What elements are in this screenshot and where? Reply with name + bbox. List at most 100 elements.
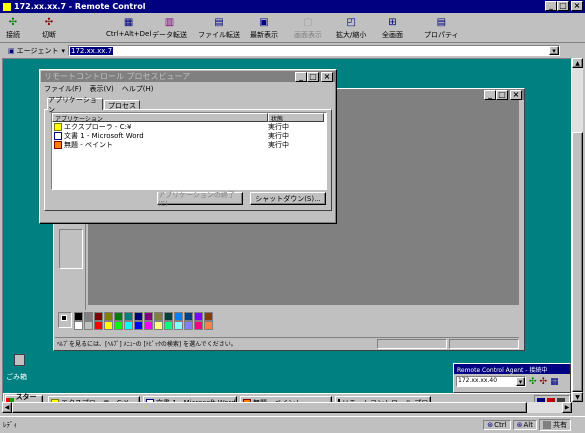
toolbar bbox=[0, 13, 585, 43]
file-transfer-icon: ▤ bbox=[214, 17, 224, 28]
palette-swatch[interactable] bbox=[84, 321, 93, 330]
current-colors-indicator[interactable] bbox=[58, 312, 72, 328]
connect-icon: ✣ bbox=[8, 17, 18, 28]
application-list[interactable]: アプリケーション 状態 エクスプローラ - C:¥ 実行中 文書 1 - Mic… bbox=[51, 112, 327, 190]
palette-swatch[interactable] bbox=[134, 321, 143, 330]
maximize-button[interactable]: □ bbox=[557, 1, 569, 11]
palette-swatch[interactable] bbox=[184, 321, 193, 330]
palette-swatch[interactable] bbox=[154, 321, 163, 330]
palette-swatch[interactable] bbox=[174, 321, 183, 330]
pv-minimize-button[interactable]: _ bbox=[295, 72, 307, 82]
pv-menu-bar: ファイル(F) 表示(V) ヘルプ(H) bbox=[40, 83, 336, 94]
refresh-button[interactable]: ▣ 最新表示 bbox=[250, 17, 278, 43]
palette-swatch[interactable] bbox=[194, 321, 203, 330]
vertical-scrollbar[interactable]: ▲ ▼ bbox=[572, 58, 583, 402]
palette-swatch[interactable] bbox=[164, 321, 173, 330]
scroll-thumb[interactable] bbox=[572, 132, 583, 392]
palette-swatch[interactable] bbox=[194, 312, 203, 321]
agent-value: 172.xx.xx.7 bbox=[70, 46, 114, 55]
palette-swatch[interactable] bbox=[104, 321, 113, 330]
minimize-button[interactable]: _ bbox=[545, 1, 557, 11]
palette-swatch[interactable] bbox=[94, 321, 103, 330]
process-viewer-title-bar[interactable]: リモートコントロール プロセスビューア _ □ × bbox=[41, 71, 335, 82]
share-icon bbox=[543, 421, 551, 429]
agent-label: エージェント bbox=[16, 46, 59, 55]
agent-widget[interactable]: Remote Control Agent - 接続中 172.xx.xx.40 … bbox=[453, 363, 571, 393]
properties-button[interactable]: ▤ プロパティ bbox=[424, 17, 459, 43]
agent-icon: ▣ bbox=[8, 46, 15, 55]
scroll-up-button[interactable]: ▲ bbox=[572, 58, 583, 68]
paint-status-panel-coords bbox=[377, 338, 447, 349]
palette-swatch[interactable] bbox=[144, 312, 153, 321]
recycle-bin-label: ごみ箱 bbox=[6, 373, 27, 381]
agent-input[interactable]: 172.xx.xx.7 ▾ bbox=[68, 45, 561, 56]
connect-button[interactable]: ✣ 接続 bbox=[6, 17, 20, 43]
properties-icon: ▤ bbox=[436, 17, 447, 28]
pv-close-button[interactable]: × bbox=[321, 72, 333, 82]
scroll-down-button[interactable]: ▼ bbox=[572, 392, 583, 402]
palette-swatch[interactable] bbox=[94, 312, 103, 321]
shutdown-button[interactable]: シャットダウン(S)... bbox=[250, 192, 326, 205]
paint-minimize-button[interactable]: _ bbox=[484, 90, 496, 100]
scroll-left-button[interactable]: ◀ bbox=[2, 402, 12, 413]
fullscreen-button[interactable]: ⊞ 全画面 bbox=[382, 17, 403, 43]
status-ctrl: ⊛ Ctrl bbox=[483, 420, 511, 430]
menu-help[interactable]: ヘルプ(H) bbox=[122, 84, 154, 94]
palette-swatch[interactable] bbox=[204, 321, 213, 330]
screen-view-icon: ▢ bbox=[303, 17, 313, 28]
palette-swatch[interactable] bbox=[134, 312, 143, 321]
status-share: 共有 bbox=[539, 419, 571, 431]
process-viewer-title: リモートコントロール プロセスビューア bbox=[44, 72, 191, 81]
tab-applications[interactable]: アプリケーション bbox=[47, 96, 103, 114]
scroll-h-thumb[interactable] bbox=[12, 402, 527, 413]
pv-maximize-button[interactable]: □ bbox=[307, 72, 319, 82]
palette-swatch[interactable] bbox=[164, 312, 173, 321]
data-transfer-button[interactable]: ▥ データ転送 bbox=[152, 17, 187, 43]
agent-widget-title-bar[interactable]: Remote Control Agent - 接続中 bbox=[454, 364, 570, 374]
menu-view[interactable]: 表示(V) bbox=[90, 84, 114, 94]
palette-swatch[interactable] bbox=[124, 321, 133, 330]
palette-swatch[interactable] bbox=[124, 312, 133, 321]
fullscreen-icon: ⊞ bbox=[388, 17, 397, 28]
palette-swatch[interactable] bbox=[174, 312, 183, 321]
disconnect-button[interactable]: ✣ 切断 bbox=[42, 17, 56, 43]
screen-view-button[interactable]: ▢ 画面表示 bbox=[294, 17, 322, 43]
paint-status-bar: ﾍﾙﾌﾟを見るには、[ﾍﾙﾌﾟ] ﾒﾆｭｰの [ﾄﾋﾟｯｸの検索] を選んでくだ… bbox=[55, 337, 519, 349]
palette-swatch[interactable] bbox=[114, 312, 123, 321]
end-application-button[interactable]: アプリケーションの終了(E) bbox=[157, 191, 243, 208]
data-transfer-icon: ▥ bbox=[164, 17, 175, 28]
disconnect-icon[interactable]: ✣ bbox=[540, 377, 548, 387]
paint-close-button[interactable]: × bbox=[510, 90, 522, 100]
zoom-button[interactable]: ◰ 拡大/縮小 bbox=[336, 17, 366, 43]
ctrl-key-icon: ⊛ bbox=[487, 421, 494, 429]
scroll-right-button[interactable]: ▶ bbox=[562, 402, 572, 413]
color-palette[interactable] bbox=[74, 312, 214, 330]
palette-swatch[interactable] bbox=[84, 312, 93, 321]
menu-file[interactable]: ファイル(F) bbox=[44, 84, 82, 94]
word-document-icon bbox=[54, 131, 62, 140]
main-title-bar[interactable]: 172.xx.xx.7 - Remote Control _ □ × bbox=[0, 0, 585, 13]
connect-icon[interactable]: ✣ bbox=[529, 377, 537, 387]
file-transfer-button[interactable]: ▤ ファイル転送 bbox=[198, 17, 240, 43]
palette-swatch[interactable] bbox=[204, 312, 213, 321]
palette-swatch[interactable] bbox=[154, 312, 163, 321]
agent-dropdown-arrow-icon[interactable]: ▾ bbox=[62, 47, 66, 55]
horizontal-scrollbar[interactable]: ◀ ▶ bbox=[2, 402, 572, 413]
palette-swatch[interactable] bbox=[104, 312, 113, 321]
agent-combo-button[interactable]: ▾ bbox=[549, 46, 560, 55]
palette-swatch[interactable] bbox=[114, 321, 123, 330]
ctrl-alt-del-button[interactable]: ▦ Ctrl+Alt+Del bbox=[106, 17, 151, 43]
recycle-bin-icon[interactable] bbox=[8, 354, 30, 368]
paint-maximize-button[interactable]: □ bbox=[496, 90, 508, 100]
agent-widget-combo-button[interactable]: ▾ bbox=[516, 377, 525, 386]
close-button[interactable]: × bbox=[571, 1, 583, 11]
paint-tool-options[interactable] bbox=[59, 229, 83, 269]
status-text: ﾚﾃﾞｨ bbox=[3, 421, 17, 429]
palette-swatch[interactable] bbox=[74, 321, 83, 330]
ctrl-alt-del-icon[interactable]: ▦ bbox=[550, 377, 559, 387]
agent-widget-address[interactable]: 172.xx.xx.40 ▾ bbox=[456, 376, 526, 387]
palette-swatch[interactable] bbox=[74, 312, 83, 321]
palette-swatch[interactable] bbox=[144, 321, 153, 330]
list-item[interactable]: 無題 - ペイント 実行中 bbox=[52, 140, 326, 149]
palette-swatch[interactable] bbox=[184, 312, 193, 321]
